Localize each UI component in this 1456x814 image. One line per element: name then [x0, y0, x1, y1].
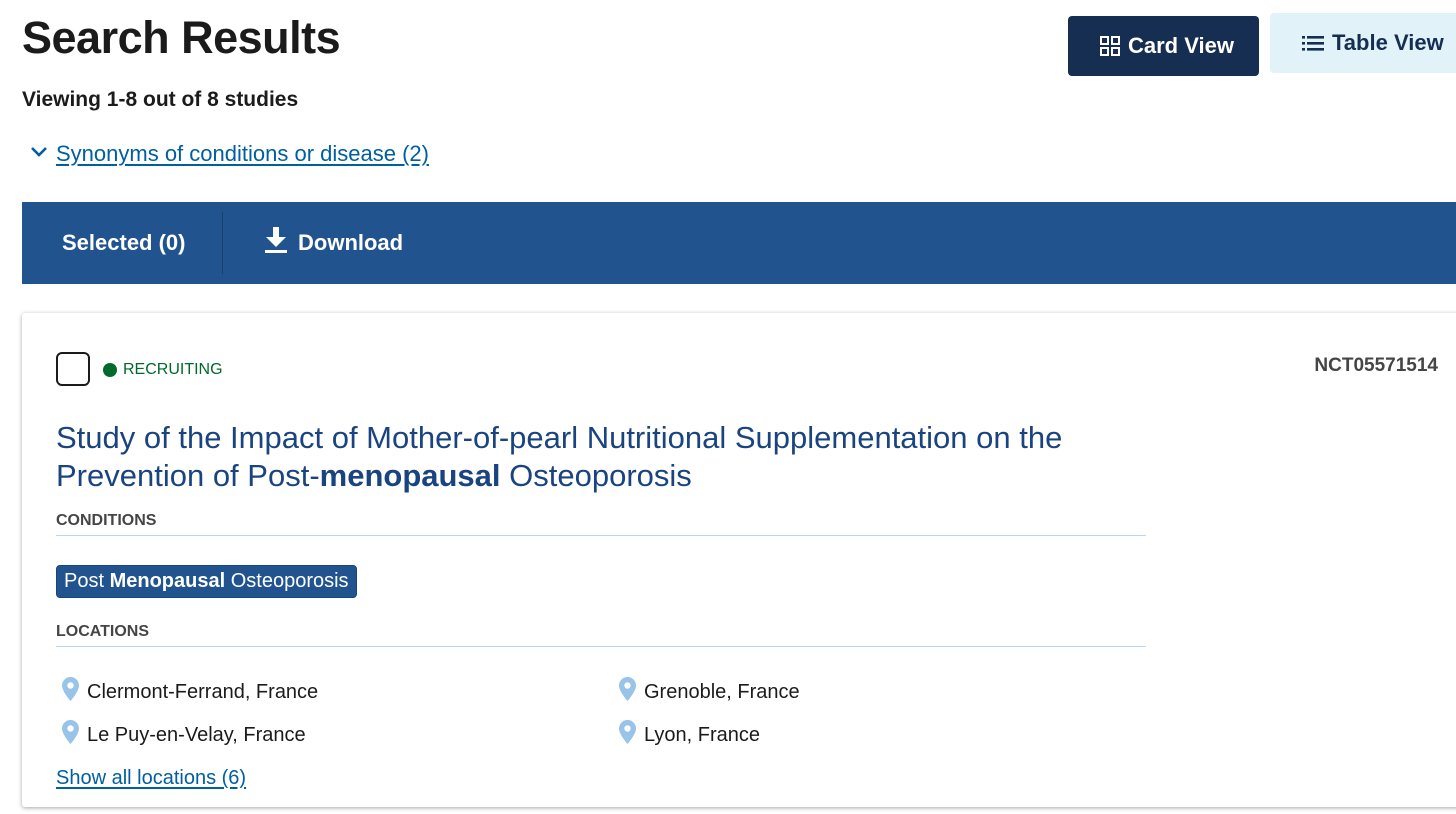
locations-divider [56, 646, 1146, 647]
location-item: Grenoble, France [619, 677, 800, 707]
conditions-divider [56, 535, 1146, 536]
table-view-button[interactable]: Table View [1270, 13, 1456, 73]
selected-count[interactable]: Selected (0) [62, 202, 186, 284]
condition-tag-prefix: Post [64, 570, 110, 592]
condition-tag: Post Menopausal Osteoporosis [56, 565, 357, 598]
synonyms-toggle[interactable]: Synonyms of conditions or disease (2) [30, 141, 429, 167]
status-dot-icon [103, 363, 117, 377]
study-card: RECRUITING NCT05571514 Study of the Impa… [22, 313, 1456, 807]
study-title-highlight: menopausal [319, 458, 501, 493]
study-select-checkbox[interactable] [56, 352, 90, 386]
list-icon [1302, 34, 1324, 52]
nct-id: NCT05571514 [1314, 355, 1438, 376]
results-count: Viewing 1-8 out of 8 studies [22, 88, 299, 111]
results-toolbar: Selected (0) Download [22, 202, 1456, 284]
toolbar-divider [222, 212, 223, 274]
download-label: Download [298, 230, 404, 255]
table-view-label: Table View [1332, 30, 1444, 55]
map-pin-icon [619, 677, 636, 707]
location-item: Clermont-Ferrand, France [62, 677, 318, 707]
location-item: Lyon, France [619, 720, 760, 750]
location-text: Le Puy-en-Velay, France [87, 723, 306, 746]
study-title-suffix: Osteoporosis [500, 458, 692, 493]
download-button[interactable]: Download [264, 202, 403, 284]
map-pin-icon [62, 677, 79, 707]
card-view-button[interactable]: Card View [1068, 16, 1259, 76]
map-pin-icon [619, 720, 636, 750]
grid-icon [1100, 36, 1120, 56]
show-all-locations-link[interactable]: Show all locations (6) [56, 767, 246, 790]
map-pin-icon [62, 720, 79, 750]
chevron-down-icon [30, 145, 48, 163]
page-title: Search Results [22, 12, 341, 63]
location-text: Lyon, France [644, 723, 760, 746]
synonyms-link[interactable]: Synonyms of conditions or disease (2) [56, 141, 429, 167]
location-text: Grenoble, France [644, 680, 800, 703]
condition-tag-suffix: Osteoporosis [225, 570, 349, 592]
conditions-label: CONDITIONS [56, 512, 157, 529]
card-view-label: Card View [1128, 33, 1234, 58]
location-text: Clermont-Ferrand, France [87, 680, 319, 703]
locations-label: LOCATIONS [56, 623, 150, 640]
condition-tag-highlight: Menopausal [109, 570, 226, 592]
status-label: RECRUITING [123, 361, 223, 378]
location-item: Le Puy-en-Velay, France [62, 720, 306, 750]
download-icon [264, 226, 288, 260]
study-title-link[interactable]: Study of the Impact of Mother-of-pearl N… [56, 419, 1136, 495]
status-badge: RECRUITING [103, 361, 223, 379]
